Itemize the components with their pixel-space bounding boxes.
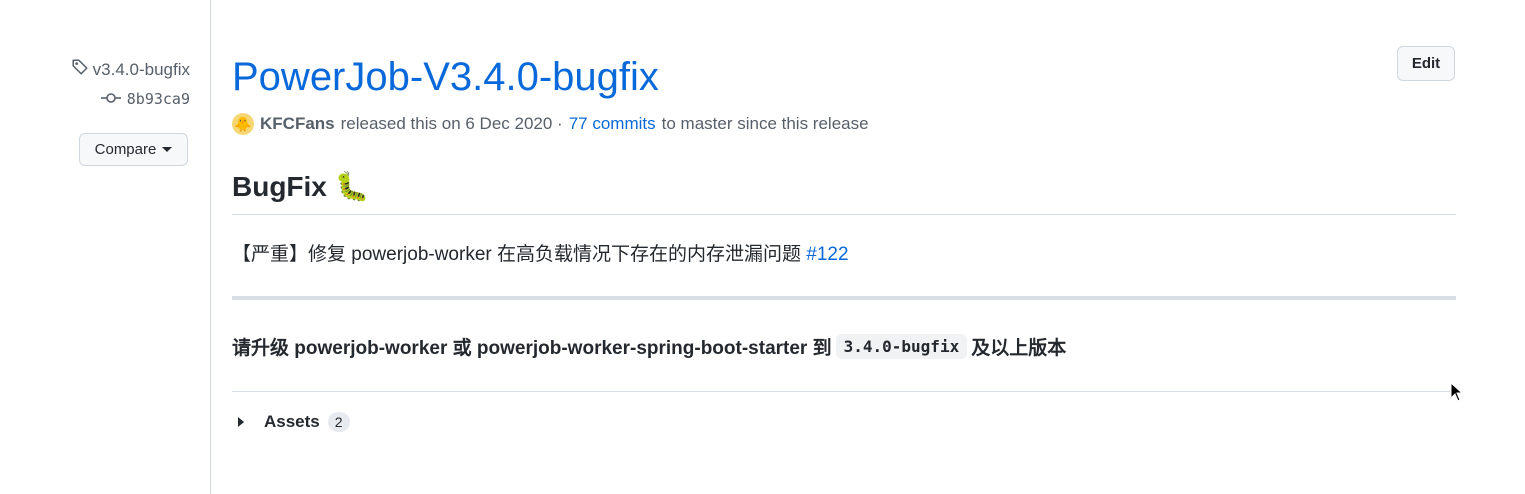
upgrade-prefix: 请升级 powerjob-worker 或 powerjob-worker-sp…: [232, 338, 832, 359]
mouse-cursor-icon: [1450, 381, 1464, 407]
heading-text: BugFix: [232, 170, 327, 202]
release-meta: 🐥 KFCFans released this on 6 Dec 2020 · …: [232, 113, 869, 135]
upgrade-suffix: 及以上版本: [971, 338, 1067, 359]
bugfix-heading: BugFix 🐛: [232, 170, 370, 203]
bug-icon: 🐛: [334, 171, 370, 202]
upgrade-note: 请升级 powerjob-worker 或 powerjob-worker-sp…: [232, 333, 1066, 360]
fix-description: 【严重】修复 powerjob-worker 在高负载情况下存在的内存泄漏问题 …: [232, 239, 849, 266]
sidebar-divider: [210, 0, 211, 494]
assets-divider: [232, 391, 1456, 392]
commits-suffix: to master since this release: [661, 114, 869, 133]
triangle-right-icon: [238, 417, 244, 427]
commits-link[interactable]: 77 commits: [569, 114, 656, 134]
released-text: released this on 6 Dec 2020 ·: [340, 114, 563, 133]
assets-toggle[interactable]: Assets 2: [232, 412, 350, 432]
compare-button[interactable]: Compare: [79, 133, 188, 166]
edit-button[interactable]: Edit: [1397, 46, 1455, 81]
release-tag[interactable]: v3.4.0-bugfix: [71, 58, 190, 81]
release-title[interactable]: PowerJob-V3.4.0-bugfix: [232, 52, 659, 102]
heading-divider: [232, 214, 1456, 215]
commit-icon: [100, 90, 121, 108]
fix-text: 【严重】修复 powerjob-worker 在高负载情况下存在的内存泄漏问题: [232, 244, 801, 265]
section-divider: [232, 296, 1456, 300]
assets-count-badge: 2: [327, 412, 350, 432]
compare-label: Compare: [94, 141, 157, 158]
caret-down-icon: [162, 147, 173, 152]
avatar[interactable]: 🐥: [232, 113, 254, 135]
issue-link[interactable]: #122: [806, 244, 848, 265]
version-code: 3.4.0-bugfix: [835, 334, 968, 359]
tag-icon: [71, 58, 89, 81]
commit-sha: 8b93ca9: [126, 90, 190, 108]
tag-label: v3.4.0-bugfix: [92, 59, 190, 79]
author-link[interactable]: KFCFans: [260, 114, 335, 134]
release-commit[interactable]: 8b93ca9: [100, 90, 190, 108]
assets-label: Assets: [264, 412, 320, 431]
